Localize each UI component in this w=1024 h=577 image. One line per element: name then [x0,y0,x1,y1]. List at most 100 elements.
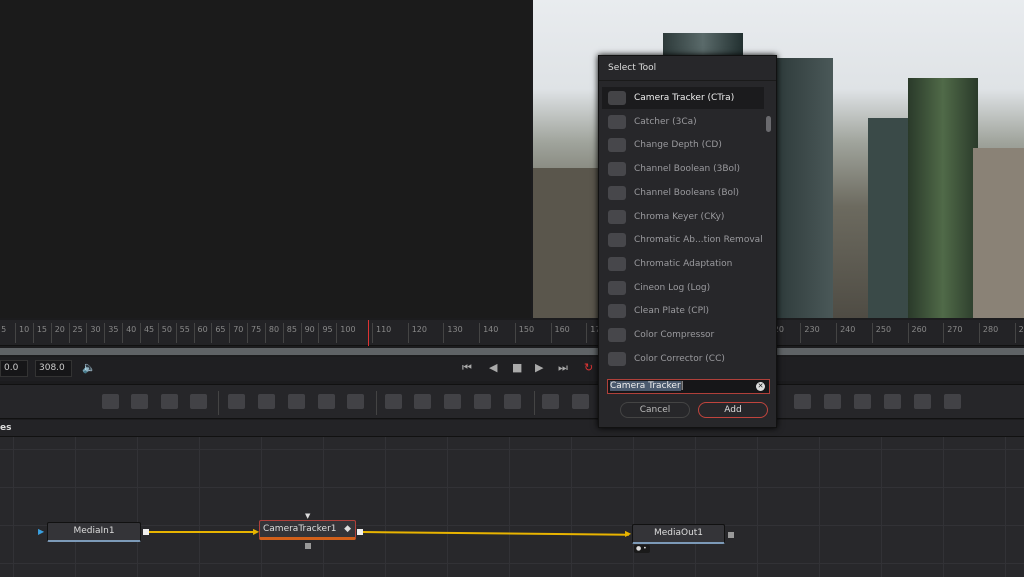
viewer-indicator-icon[interactable]: ● • [634,545,650,553]
nodes-panel-title: es [0,423,12,433]
nodes-panel-header: es [0,420,1024,437]
tool-label: Change Depth (CD) [634,140,722,151]
fast-noise-tool-icon[interactable] [131,394,148,409]
tool-label: Chromatic Adaptation [634,258,733,269]
playhead[interactable] [368,320,370,346]
toolbar-divider [376,391,377,415]
select-tool-dialog: Select Tool Camera Tracker (CTra) Catcher… [598,55,777,428]
scrub-bar[interactable] [0,348,1024,355]
cameratracker-bottom-port[interactable] [305,543,311,549]
ruler-tick: 230 [800,323,820,343]
tool-list-item[interactable]: Camera Tracker (CTra) [602,87,764,109]
node-cameratracker[interactable]: CameraTracker1 ◆ [259,520,356,540]
text-tool-icon[interactable] [161,394,178,409]
text3d-tool-icon[interactable] [824,394,841,409]
tool-list-item[interactable]: Color Corrector (CC) [602,348,764,370]
ruler-tick: 50 [157,323,172,343]
ruler-tick: 270 [943,323,962,343]
tool-list-item[interactable]: Color Compressor [602,324,764,346]
input-arrow-icon: ▶ [38,527,45,536]
color-curves-tool-icon[interactable] [258,394,275,409]
tool-label: Channel Boolean (3Bol) [634,164,741,175]
tool-list-item[interactable]: Cineon Log (Log) [602,277,764,299]
loop-icon[interactable]: ↻ [584,361,593,374]
tool-label: Chroma Keyer (CKy) [634,211,725,222]
ruler-tick: 10 [15,323,29,343]
tool-label: Color Compressor [634,330,715,340]
blur-tool-icon[interactable] [347,394,364,409]
dialog-title: Select Tool [599,56,776,81]
tool-list-item[interactable]: Catcher (3Ca) [602,111,764,133]
start-time-field[interactable]: 0.0 [0,360,28,377]
tool-list-item[interactable]: Channel Boolean (3Bol) [602,158,764,180]
tool-search-input[interactable]: Camera Tracker| ✕ [607,379,770,394]
go-to-start-icon[interactable]: ⏮ [462,361,472,375]
merge-tool-icon[interactable] [385,394,402,409]
tool-icon [608,351,626,366]
ruler-tick: 80 [264,323,279,343]
speaker-icon[interactable]: 🔈 [82,361,96,374]
merge3d-tool-icon[interactable] [944,394,961,409]
mask-input-icon[interactable]: ▼ [305,512,310,520]
clear-search-icon[interactable]: ✕ [756,382,765,391]
tool-list-item[interactable]: Change Depth (CD) [602,134,764,156]
tools-toolbar [0,384,1024,419]
play-icon[interactable]: ▶ [535,361,543,374]
tool-list-item[interactable]: Channel Booleans (Bol) [602,182,764,204]
particles-tool-icon[interactable] [228,394,245,409]
play-reverse-icon[interactable]: ◀ [489,361,497,374]
wire-mediain-cameratracker [149,531,257,533]
tool-list-item[interactable]: Clean Plate (CPl) [602,300,764,322]
mediain-output-port[interactable] [143,529,149,535]
renderer3d-tool-icon[interactable] [854,394,871,409]
toolbar-divider [218,391,219,415]
tool-list-scrollbar[interactable] [766,116,771,132]
tool-label: Clean Plate (CPl) [634,306,710,317]
timeline-ruler[interactable]: 5 10 15 20 25 30 35 40 45 50 55 60 65 70 75 80 85 90 95 100… [0,320,1024,346]
ruler-tick: 250 [871,323,891,343]
cancel-button[interactable]: Cancel [620,402,690,418]
camera3d-tool-icon[interactable] [884,394,901,409]
node-mediaout[interactable]: MediaOut1 [632,524,725,544]
transform-tool-icon[interactable] [474,394,491,409]
channel-booleans-tool-icon[interactable] [414,394,431,409]
ruler-tick: 150 [514,323,534,343]
stop-icon[interactable]: ■ [512,361,522,374]
ruler-tick: 70 [229,323,243,343]
node-editor[interactable]: ▶ MediaIn1 ▶ CameraTracker1 ◆ ▼ ▶ MediaOu… [0,437,1024,577]
node-mediain[interactable]: MediaIn1 [47,522,141,542]
paint-tool-icon[interactable] [190,394,207,409]
tool-list-item[interactable]: Chromatic Ab...tion Removal [602,229,764,251]
tool-list-item[interactable]: Chroma Keyer (CKy) [602,206,764,228]
shape3d-tool-icon[interactable] [794,394,811,409]
add-button[interactable]: Add [698,402,768,418]
ruler-tick: 120 [407,323,427,343]
ruler-tick: 95 [318,323,333,343]
ruler-tick: 100 [336,323,356,343]
matte-control-tool-icon[interactable] [444,394,461,409]
tool-icon [608,233,626,248]
ruler-tick: 90 [300,323,315,343]
mediaout-output-port[interactable] [728,532,734,538]
ruler-tick: 15 [32,323,47,343]
ruler-tick: 140 [479,323,498,343]
tool-icon [608,256,626,271]
spotlight-tool-icon[interactable] [914,394,931,409]
tool-list-item[interactable]: Chromatic Adaptation [602,253,764,275]
background-tool-icon[interactable] [102,394,119,409]
ruler-tick: 240 [836,323,855,343]
ruler-tick: 85 [282,323,297,343]
cameratracker-output-port[interactable] [357,529,363,535]
brightness-contrast-tool-icon[interactable] [288,394,305,409]
resize-tool-icon[interactable] [504,394,521,409]
tool-label: Chromatic Ab...tion Removal [634,235,763,246]
color-corrector-tool-icon[interactable] [318,394,335,409]
end-time-field[interactable]: 308.0 [35,360,72,377]
tool-label: Channel Booleans (Bol) [634,187,740,198]
ruler-tick: 130 [443,323,463,343]
tool-icon [608,209,626,224]
go-to-end-icon[interactable]: ⏭ [558,361,568,375]
rectangle-mask-tool-icon[interactable] [542,394,559,409]
ellipse-mask-tool-icon[interactable] [572,394,589,409]
ruler-tick: 5 [0,323,6,343]
